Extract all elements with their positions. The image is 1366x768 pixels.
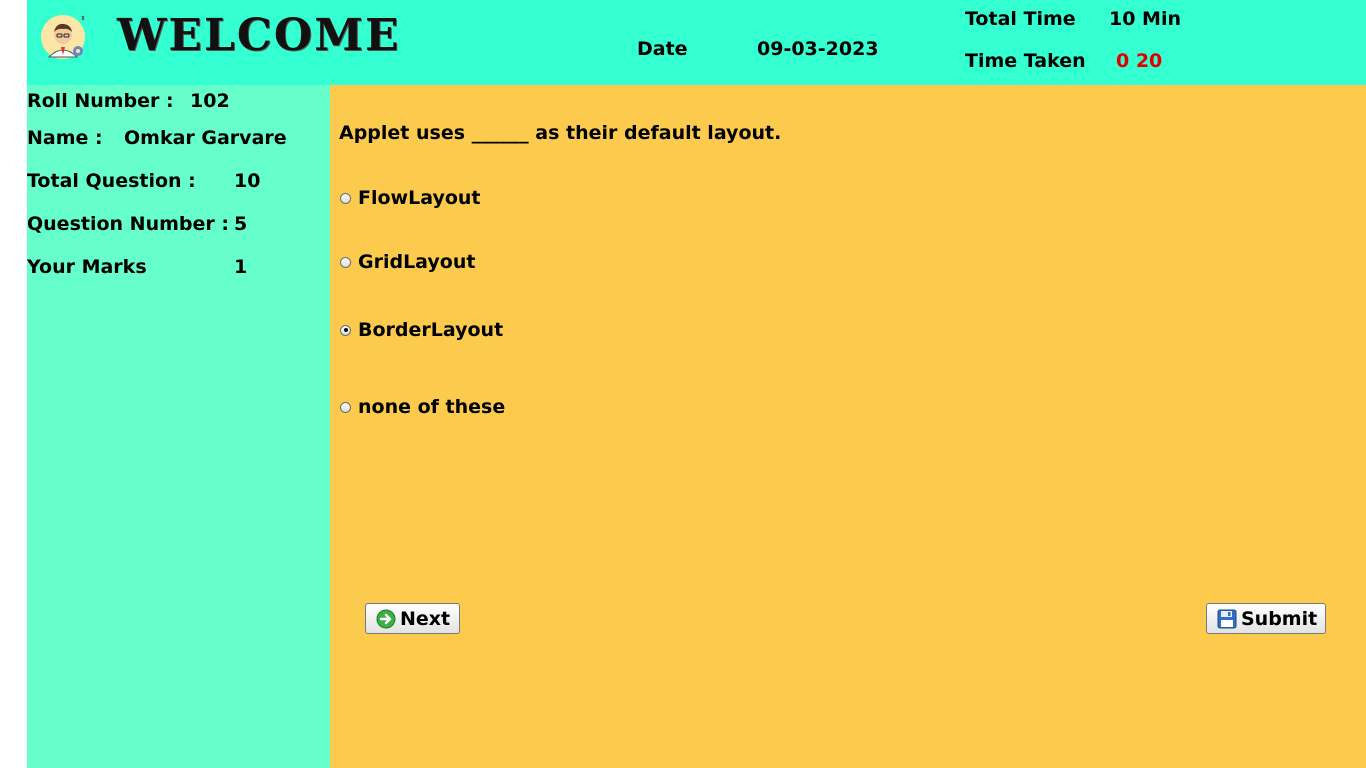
floppy-disk-icon — [1217, 609, 1237, 629]
question-text: Applet uses ______ as their default layo… — [339, 122, 782, 144]
marks-value: 1 — [234, 256, 248, 278]
option-none-of-these[interactable]: none of these — [340, 396, 505, 418]
question-panel: Applet uses ______ as their default layo… — [330, 85, 1366, 768]
option-flowlayout[interactable]: FlowLayout — [340, 187, 481, 209]
student-info-panel: Roll Number : 102 Name : Omkar Garvare T… — [27, 85, 330, 768]
option-label: BorderLayout — [358, 319, 504, 341]
option-borderlayout[interactable]: BorderLayout — [340, 319, 503, 341]
option-gridlayout[interactable]: GridLayout — [340, 251, 475, 273]
header-bar: WELCOME Date 09-03-2023 Total Time 10 Mi… — [27, 0, 1366, 85]
date-value: 09-03-2023 — [757, 38, 879, 60]
total-question-label: Total Question : — [27, 170, 196, 192]
question-number-label: Question Number : — [27, 213, 229, 235]
roll-number-value: 102 — [190, 90, 230, 112]
arrow-right-circle-icon — [376, 609, 396, 629]
next-button-label: Next — [400, 607, 451, 630]
question-number-value: 5 — [234, 213, 248, 235]
marks-label: Your Marks — [27, 256, 147, 278]
radio-button[interactable] — [340, 256, 351, 268]
option-label: FlowLayout — [358, 187, 481, 209]
radio-button-selected[interactable] — [340, 324, 351, 336]
time-taken-value: 0 20 — [1116, 50, 1163, 72]
time-taken-label: Time Taken — [965, 50, 1086, 72]
roll-number-label: Roll Number : — [27, 90, 174, 112]
radio-button[interactable] — [340, 192, 351, 204]
name-label: Name : — [27, 127, 103, 149]
option-label: none of these — [358, 396, 506, 418]
submit-button-label: Submit — [1241, 607, 1318, 630]
name-value: Omkar Garvare — [124, 127, 287, 149]
welcome-title: WELCOME — [117, 10, 401, 61]
total-time-value: 10 Min — [1109, 8, 1182, 30]
submit-button[interactable]: Submit — [1206, 603, 1326, 634]
date-label: Date — [637, 38, 688, 60]
radio-button[interactable] — [340, 401, 351, 413]
user-avatar-icon — [40, 13, 88, 61]
total-question-value: 10 — [234, 170, 261, 192]
next-button[interactable]: Next — [365, 603, 460, 634]
option-label: GridLayout — [358, 251, 476, 273]
total-time-label: Total Time — [965, 8, 1076, 30]
